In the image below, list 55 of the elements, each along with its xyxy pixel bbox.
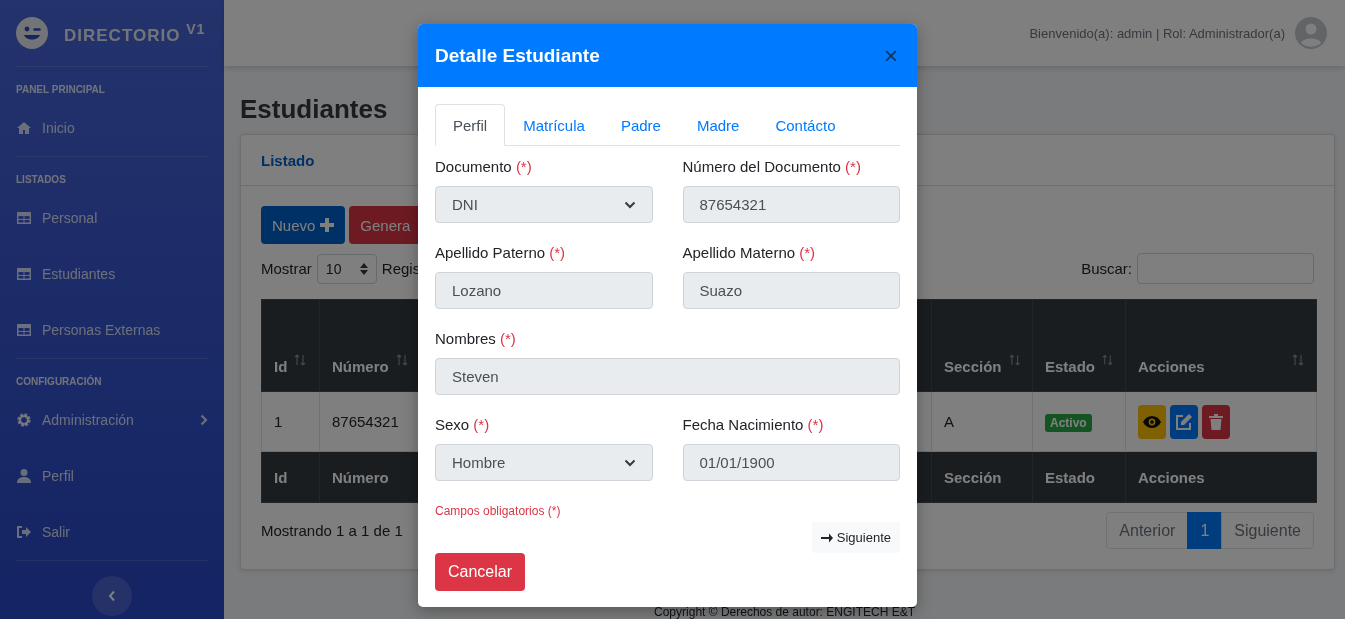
column-footer: Acciones	[1125, 451, 1317, 503]
nav-item[interactable]: Estudiantes	[0, 246, 224, 302]
action-button[interactable]: Nuevo	[261, 206, 346, 244]
input-field[interactable]: 87654321	[682, 186, 900, 223]
tab[interactable]: Perfil	[435, 104, 506, 146]
page-button[interactable]: 1	[1187, 512, 1223, 549]
page-button[interactable]: Anterior	[1106, 512, 1189, 549]
field-label: Apellido Materno (*)	[682, 243, 817, 263]
column-footer: Estado	[1032, 451, 1126, 503]
tab[interactable]: Matrícula	[505, 104, 603, 146]
tab[interactable]: Madre	[678, 104, 758, 146]
input-field[interactable]: Steven	[435, 358, 900, 395]
input-field[interactable]: Lozano	[435, 272, 653, 309]
section-heading: LISTADOS	[15, 173, 67, 187]
select-field[interactable]: DNI	[435, 186, 653, 223]
search-label: Buscar:	[1081, 260, 1132, 277]
table-cell: A	[931, 391, 1033, 452]
nav-item[interactable]: Personal	[0, 190, 224, 246]
select-field[interactable]: Hombre	[435, 444, 653, 481]
cancel-button[interactable]: Cancelar	[435, 553, 526, 591]
status-badge: Activo	[1045, 414, 1092, 432]
column-header[interactable]: Id	[261, 299, 320, 392]
section-heading: PANEL PRINCIPAL	[15, 83, 106, 97]
nav-item[interactable]: Salir	[0, 504, 224, 560]
column-footer: Id	[261, 451, 320, 503]
column-header[interactable]: Acciones	[1125, 299, 1317, 392]
card-title: Listado	[261, 151, 315, 169]
next-button[interactable]: Siguiente	[811, 522, 900, 553]
table-info: Mostrando 1 a 1 de 1	[261, 522, 403, 539]
nav-item[interactable]: Administración	[0, 392, 224, 448]
field-label: Número del Documento (*)	[682, 157, 862, 177]
page-button[interactable]: Siguiente	[1221, 512, 1314, 549]
page-title: Estudiantes	[240, 94, 389, 124]
column-footer: Sección	[931, 451, 1033, 503]
required-note: Campos obligatorios (*)	[435, 503, 562, 520]
tab[interactable]: Contácto	[757, 104, 854, 146]
input-field[interactable]: Suazo	[682, 272, 900, 309]
brand-name[interactable]: DIRECTORIO $^{V1}$	[64, 20, 206, 46]
nav-item[interactable]: Inicio	[0, 100, 224, 156]
nav-item[interactable]: Personas Externas	[0, 302, 224, 358]
length-select[interactable]: 10	[316, 253, 377, 284]
close-button[interactable]: ×	[882, 43, 900, 68]
section-heading: CONFIGURACIÓN	[15, 374, 103, 389]
user-info: Bienvenido(a): admin | Rol: Administrador(a)	[1029, 25, 1285, 41]
field-label: Fecha Nacimiento (*)	[682, 415, 825, 435]
length-label: Mostrar	[261, 260, 312, 277]
column-header[interactable]: Estado	[1032, 299, 1126, 392]
table-cell: 1	[261, 391, 320, 452]
field-label: Documento (*)	[435, 157, 533, 177]
column-header[interactable]: Sección	[931, 299, 1033, 392]
field-label: Apellido Paterno (*)	[435, 243, 567, 263]
nav-item[interactable]: Perfil	[0, 448, 224, 504]
modal-title: Detalle Estudiante	[435, 44, 600, 67]
tab[interactable]: Padre	[602, 104, 679, 146]
input-field[interactable]: 01/01/1900	[682, 444, 900, 481]
